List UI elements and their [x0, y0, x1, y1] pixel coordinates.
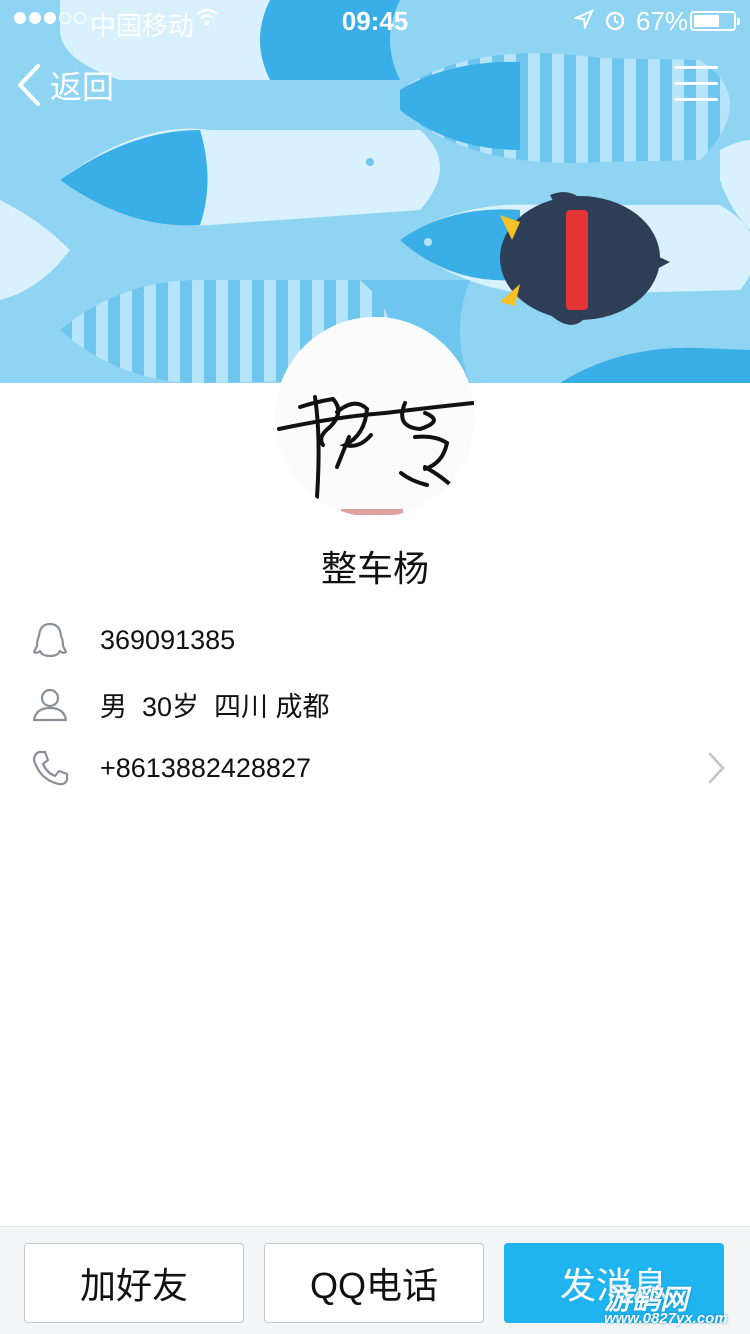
qq-number-text: 369091385 — [100, 624, 236, 655]
qq-call-button[interactable]: QQ电话 — [264, 1243, 484, 1323]
qq-number-row: 369091385 — [0, 610, 750, 670]
qq-penguin-icon — [32, 622, 68, 658]
signature-avatar-image — [275, 317, 475, 517]
hamburger-menu-icon[interactable] — [674, 64, 720, 104]
person-icon — [32, 688, 68, 722]
site-watermark-url: www.0827yx.com — [604, 1310, 728, 1327]
back-button[interactable]: 返回 — [14, 60, 114, 110]
profile-nickname: 整车杨 — [320, 548, 429, 589]
chevron-left-icon — [18, 64, 40, 106]
phone-number-text: +8613882428827 — [100, 752, 311, 783]
phone-icon — [32, 750, 69, 786]
phone-row[interactable]: +8613882428827 — [0, 738, 750, 798]
add-friend-button[interactable]: 加好友 — [24, 1243, 244, 1323]
chevron-right-icon — [708, 752, 725, 784]
basic-info-text: 男 30岁 四川 成都 — [100, 691, 330, 722]
battery-percentage: 67% — [636, 6, 689, 36]
alarm-clock-icon — [605, 11, 625, 31]
basic-info-row: 男 30岁 四川 成都 — [0, 674, 750, 734]
avatar[interactable] — [275, 317, 475, 517]
back-label: 返回 — [50, 69, 115, 105]
battery-icon — [690, 11, 740, 31]
status-bar: 中国移动 09:45 67% — [0, 0, 750, 41]
location-arrow-icon — [574, 9, 594, 29]
